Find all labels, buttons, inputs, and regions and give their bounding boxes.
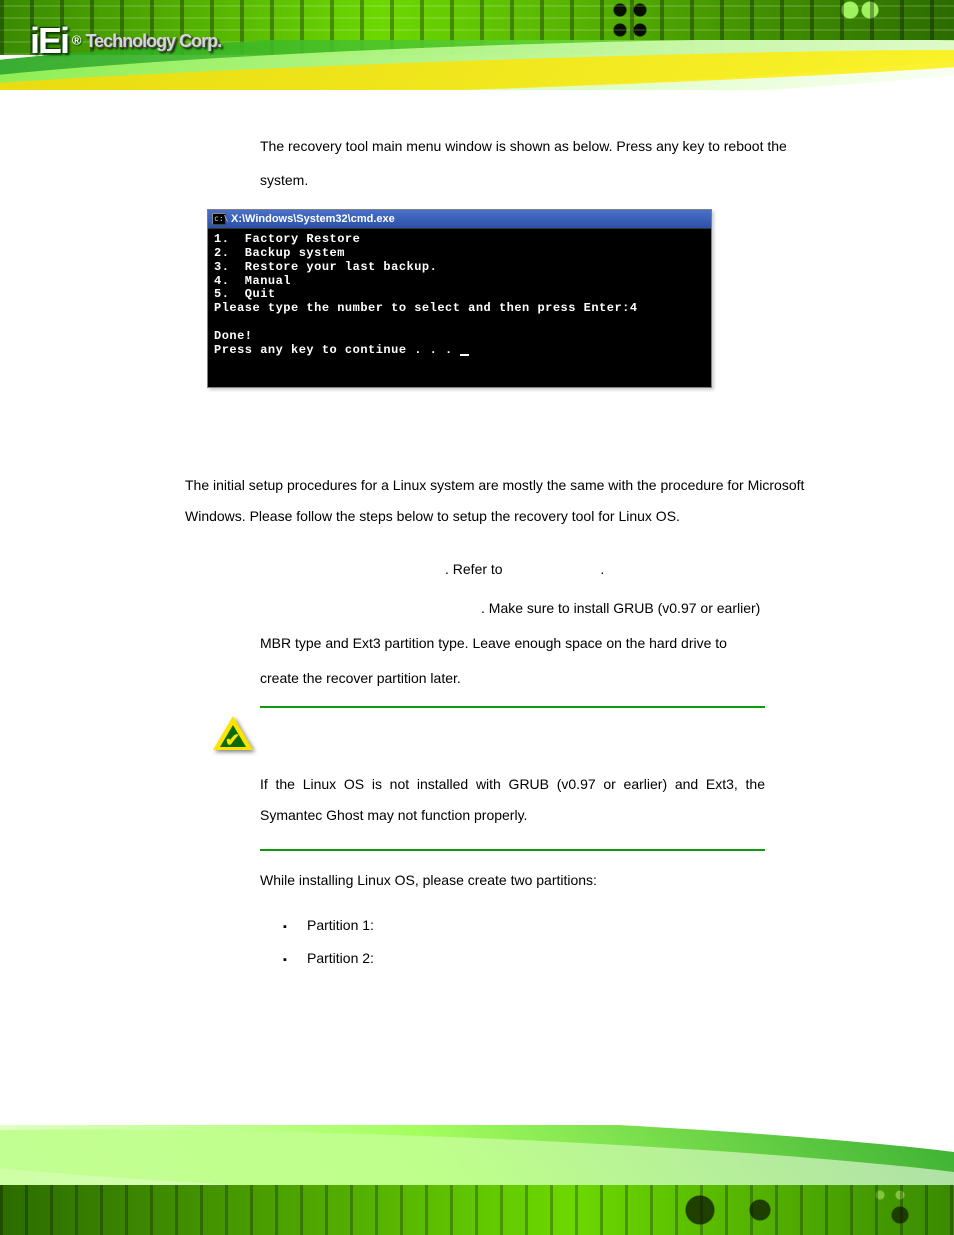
while-installing: While installing Linux OS, please create… xyxy=(260,865,805,896)
brand-logo: iEi ® Technology Corp. xyxy=(30,20,260,75)
cmd-continue: Press any key to continue . . . xyxy=(214,343,460,357)
logo-tagline: Technology Corp. xyxy=(86,31,222,52)
cmd-prompt: Please type the number to select and the… xyxy=(214,301,638,315)
cmd-line: 3. Restore your last backup. xyxy=(214,260,437,274)
cmd-body: 1. Factory Restore 2. Backup system 3. R… xyxy=(208,229,711,387)
cmd-titlebar: c:\ X:\Windows\System32\cmd.exe xyxy=(208,210,711,229)
grub-line3: create the recover partition later. xyxy=(260,670,461,686)
cmd-window: c:\ X:\Windows\System32\cmd.exe 1. Facto… xyxy=(207,209,712,388)
registered-mark-icon: ® xyxy=(72,33,82,48)
cmd-line: 4. Manual xyxy=(214,274,291,288)
page-content: The recovery tool main menu window is sh… xyxy=(185,130,805,974)
cmd-icon: c:\ xyxy=(212,213,226,225)
note-icon-row: ✔ xyxy=(213,716,805,755)
cmd-line: 2. Backup system xyxy=(214,246,345,260)
grub-first-line: . Make sure to install GRUB (v0.97 or ea… xyxy=(481,591,805,626)
partition-2-label: Partition 2: xyxy=(307,950,374,966)
grub-step: . Make sure to install GRUB (v0.97 or ea… xyxy=(185,591,805,696)
logo-text: iEi xyxy=(30,20,68,62)
list-item: Partition 2: xyxy=(283,942,805,974)
cmd-line: 1. Factory Restore xyxy=(214,232,360,246)
list-item: Partition 1: xyxy=(283,909,805,941)
grub-line2: MBR type and Ext3 partition type. Leave … xyxy=(260,635,727,651)
note-triangle-icon: ✔ xyxy=(213,716,253,752)
grub-rest: MBR type and Ext3 partition type. Leave … xyxy=(260,626,805,696)
linux-intro-paragraph: The initial setup procedures for a Linux… xyxy=(185,470,805,532)
divider xyxy=(260,849,765,851)
pcb-texture xyxy=(0,1185,954,1235)
cursor-icon xyxy=(460,354,469,356)
top-banner: iEi ® Technology Corp. xyxy=(0,0,954,115)
partition-list: Partition 1: Partition 2: xyxy=(283,909,805,973)
note-text: If the Linux OS is not installed with GR… xyxy=(260,769,765,831)
cmd-done: Done! xyxy=(214,329,253,343)
bottom-banner xyxy=(0,1125,954,1235)
refer-fragment: . Refer to . xyxy=(445,552,805,587)
refer-period: . xyxy=(600,561,604,577)
cmd-line: 5. Quit xyxy=(214,287,276,301)
refer-text: . Refer to xyxy=(445,561,503,577)
divider xyxy=(260,706,765,708)
intro-paragraph: The recovery tool main menu window is sh… xyxy=(260,130,805,197)
partition-1-label: Partition 1: xyxy=(307,917,374,933)
cmd-title-text: X:\Windows\System32\cmd.exe xyxy=(231,213,395,225)
